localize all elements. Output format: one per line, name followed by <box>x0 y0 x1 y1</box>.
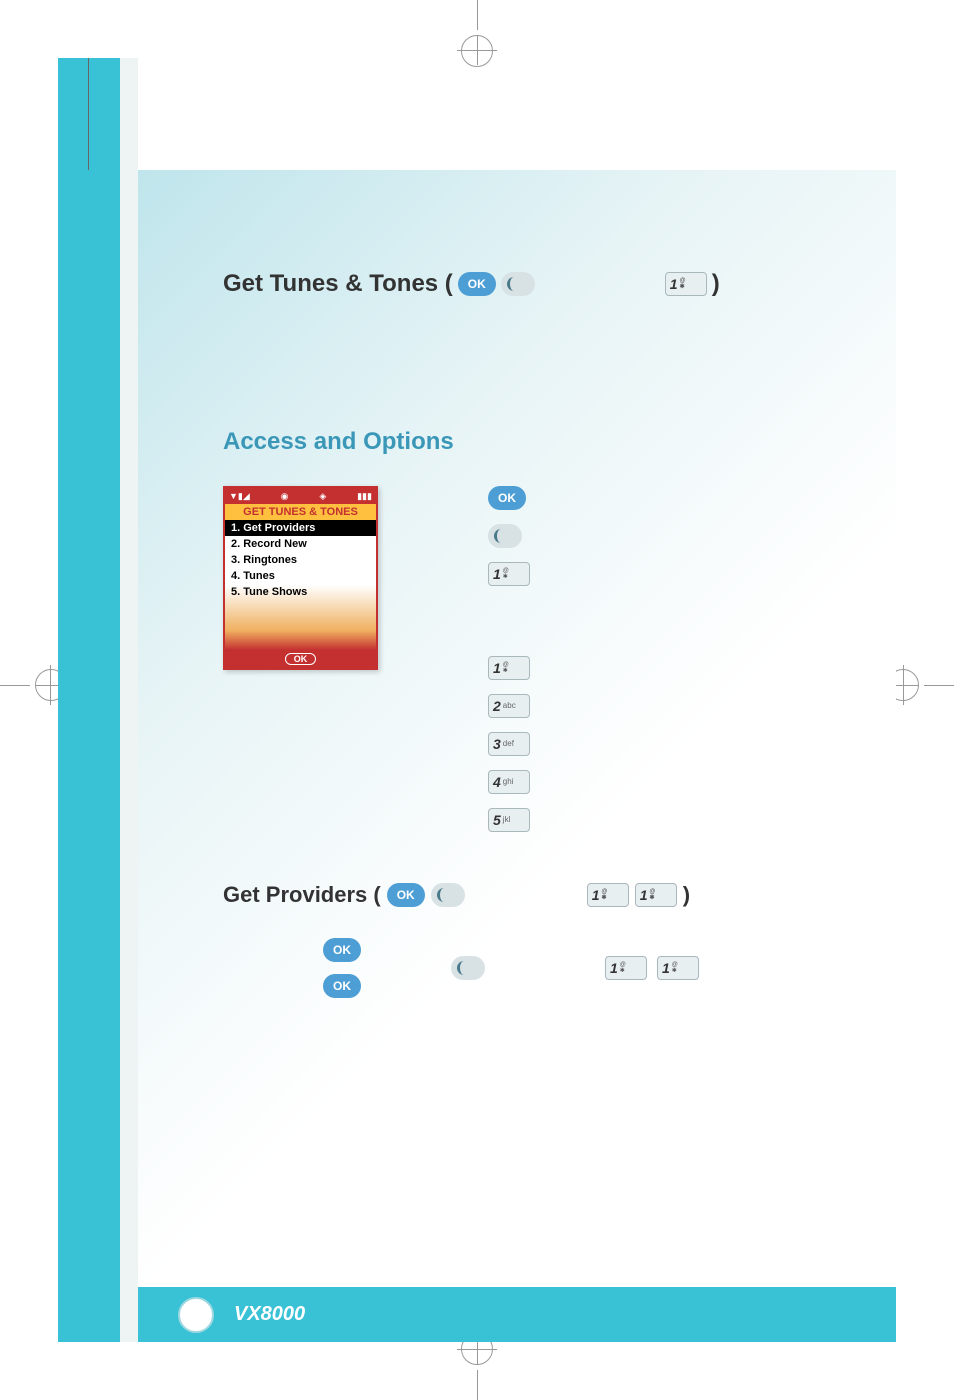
key-sequence-column: OK 1@✱ 1@✱ 2abc 3def 4ghi 5jkl <box>488 486 530 832</box>
phone-menu-item: 5. Tune Shows <box>225 584 376 600</box>
sidebar-strip <box>58 58 120 1342</box>
key-4-icon: 4ghi <box>488 770 530 794</box>
screen-key-row: ▼▮◢ ◉ ◈ ▮▮▮ GET TUNES & TONES 1. Get Pro… <box>223 486 846 832</box>
ok-button-icon: OK <box>323 974 361 998</box>
left-softkey-icon <box>431 883 465 907</box>
key-1-icon: 1@✱ <box>587 883 629 907</box>
ok-button-icon: OK <box>488 486 526 510</box>
subheading-prefix: Get Providers ( <box>223 882 381 908</box>
page-footer: VX8000 <box>138 1287 896 1342</box>
instruction-sequence: OK OK 1@✱ 1@✱ <box>323 938 846 998</box>
footer-model-label: VX8000 <box>234 1303 305 1326</box>
battery-icon: ▮▮▮ <box>357 491 372 502</box>
phone-menu-item: 3. Ringtones <box>225 552 376 568</box>
vline-mark <box>88 58 89 170</box>
heading-text-suffix: ) <box>712 270 720 298</box>
key-1-icon: 1@✱ <box>488 656 530 680</box>
sidebar-edge <box>120 58 138 1342</box>
crop-mark-bottom <box>457 1345 497 1400</box>
key-1-icon: 1@✱ <box>635 883 677 907</box>
phone-softkey-bar: OK <box>225 650 376 668</box>
crop-mark-left <box>0 665 55 705</box>
phone-status-bar: ▼▮◢ ◉ ◈ ▮▮▮ <box>225 488 376 504</box>
key-1-icon: 1 @✱ <box>665 272 707 296</box>
phone-ok-softkey: OK <box>285 653 317 665</box>
left-softkey-icon <box>451 956 485 980</box>
key-1-icon: 1@✱ <box>605 956 647 980</box>
content-area: Get Tunes & Tones ( OK 1 @✱ ) Access and… <box>138 170 896 1287</box>
phone-screen-title: GET TUNES & TONES <box>225 504 376 520</box>
crop-mark-right <box>899 665 954 705</box>
footer-circle-icon <box>178 1297 214 1333</box>
heading-text-prefix: Get Tunes & Tones ( <box>223 270 453 298</box>
phone-menu-item: 4. Tunes <box>225 568 376 584</box>
phone-screen-mockup: ▼▮◢ ◉ ◈ ▮▮▮ GET TUNES & TONES 1. Get Pro… <box>223 486 378 670</box>
section-heading-providers: Get Providers ( OK 1@✱ 1@✱ ) <box>223 882 846 908</box>
left-softkey-icon <box>488 524 522 548</box>
section-heading-tunes: Get Tunes & Tones ( OK 1 @✱ ) <box>223 270 846 298</box>
key-1-icon: 1@✱ <box>657 956 699 980</box>
camera-icon: ◉ <box>281 491 289 502</box>
subheading-suffix: ) <box>683 882 690 908</box>
phone-menu-list: 1. Get Providers 2. Record New 3. Ringto… <box>225 520 376 650</box>
key-2-icon: 2abc <box>488 694 530 718</box>
ok-button-icon: OK <box>387 883 425 907</box>
ok-button-icon: OK <box>323 938 361 962</box>
phone-menu-item: 2. Record New <box>225 536 376 552</box>
access-options-heading: Access and Options <box>223 428 846 456</box>
signal-icon: ▼▮◢ <box>229 491 250 502</box>
key-1-icon: 1@✱ <box>488 562 530 586</box>
phone-menu-item: 1. Get Providers <box>225 520 376 536</box>
key-3-icon: 3def <box>488 732 530 756</box>
left-softkey-icon <box>501 272 535 296</box>
diamond-icon: ◈ <box>319 491 326 502</box>
crop-mark-top <box>457 0 497 55</box>
key-5-icon: 5jkl <box>488 808 530 832</box>
page: Get Tunes & Tones ( OK 1 @✱ ) Access and… <box>58 58 896 1342</box>
ok-button-icon: OK <box>458 272 496 296</box>
